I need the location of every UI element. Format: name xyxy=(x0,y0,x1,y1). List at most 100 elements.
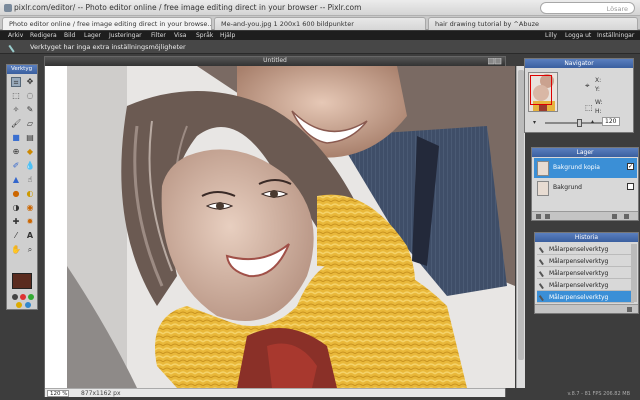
browser-search-input[interactable]: Lösare xyxy=(540,2,635,14)
zoom-tool-icon[interactable]: ⌕ xyxy=(25,245,35,255)
browser-tab[interactable]: Photo editor online / free image editing… xyxy=(2,17,212,30)
layer-opacity-icon[interactable] xyxy=(545,214,550,219)
brush-icon xyxy=(538,256,548,266)
layer-thumbnail xyxy=(537,181,549,196)
layer-thumbnail xyxy=(537,161,549,176)
crosshair-icon: ⌖ xyxy=(585,81,590,90)
history-item-active[interactable]: Målarpenselverktyg xyxy=(537,291,634,303)
lasso-tool-icon[interactable]: ◌ xyxy=(25,91,35,101)
delete-layer-icon[interactable] xyxy=(624,214,629,219)
color-mode-icon[interactable] xyxy=(28,294,34,300)
layers-footer xyxy=(532,211,638,220)
color-replace-tool-icon[interactable]: ◆ xyxy=(25,147,35,157)
sponge-tool-icon[interactable]: ● xyxy=(11,189,21,199)
smudge-tool-icon[interactable]: ☝ xyxy=(25,175,35,185)
crop-tool-icon[interactable]: ⌗ xyxy=(11,77,21,87)
history-item[interactable]: Målarpenselverktyg xyxy=(537,267,634,279)
reset-colors-icon[interactable] xyxy=(20,294,26,300)
settings-link[interactable]: Inställningar xyxy=(597,32,634,39)
nav-x-label: X: xyxy=(595,77,602,84)
gradient-tool-icon[interactable]: ▤ xyxy=(25,133,35,143)
hand-tool-icon[interactable]: ✋ xyxy=(11,245,21,255)
dodge-tool-icon[interactable]: ◐ xyxy=(25,189,35,199)
browser-tab[interactable]: Me-and-you.jpg 1 200x1 600 bildpunkter xyxy=(214,17,426,30)
menu-bar: Arkiv Redigera Bild Lager Justeringar Fi… xyxy=(0,31,640,40)
browser-tabs: Photo editor online / free image editing… xyxy=(0,16,640,30)
swap-colors-icon[interactable] xyxy=(12,294,18,300)
menu-item[interactable]: Visa xyxy=(174,32,186,39)
layer-style-icon[interactable] xyxy=(536,214,541,219)
marquee-tool-icon[interactable]: ⬚ xyxy=(11,91,21,101)
history-scrollbar[interactable] xyxy=(631,244,637,302)
nav-y-label: Y: xyxy=(595,86,600,93)
menu-item[interactable]: Lager xyxy=(84,32,101,39)
eyedropper-tool-icon[interactable]: ⁄ xyxy=(11,231,21,241)
menu-item[interactable]: Justeringar xyxy=(109,32,142,39)
image-canvas[interactable] xyxy=(67,66,515,388)
navigator-zoom-input[interactable]: 120 xyxy=(602,117,620,126)
drawing-tool-icon[interactable]: ✐ xyxy=(11,161,21,171)
history-item[interactable]: Målarpenselverktyg xyxy=(537,255,634,267)
layer-visibility-checkbox[interactable]: ✓ xyxy=(627,163,634,170)
history-item-label: Målarpenselverktyg xyxy=(549,270,609,277)
history-item-label: Målarpenselverktyg xyxy=(549,246,609,253)
menu-item[interactable]: Bild xyxy=(64,32,75,39)
history-item-label: Målarpenselverktyg xyxy=(549,294,609,301)
navigator-title: Navigator xyxy=(525,59,633,68)
lock-icon xyxy=(4,4,12,12)
tool-options-hint: Verktyget har inga extra inställningsmöj… xyxy=(30,43,186,51)
history-item[interactable]: Målarpenselverktyg xyxy=(537,243,634,255)
logout-link[interactable]: Logga ut xyxy=(565,32,591,39)
navigator-view-box[interactable] xyxy=(530,75,552,105)
history-item[interactable]: Målarpenselverktyg xyxy=(537,279,634,291)
delete-history-icon[interactable] xyxy=(627,307,632,312)
user-name[interactable]: Lilly xyxy=(545,32,557,39)
navigator-preview[interactable] xyxy=(528,72,558,112)
foreground-color-swatch[interactable] xyxy=(12,273,32,289)
zoom-slider-knob[interactable] xyxy=(577,119,582,127)
app-window: { "browser": { "url": "pixlr.com/editor/… xyxy=(0,0,640,400)
canvas-zoom-unit: % xyxy=(62,391,68,397)
artwork-painting xyxy=(67,66,515,388)
history-item-label: Målarpenselverktyg xyxy=(549,282,609,289)
toolbox-title: Verktyg xyxy=(7,65,37,74)
brush-tool-icon[interactable]: 🖌 xyxy=(11,119,21,129)
menu-item[interactable]: Hjälp xyxy=(220,32,235,39)
sharpen-tool-icon[interactable]: ▲ xyxy=(11,175,21,185)
menu-item[interactable]: Arkiv xyxy=(8,32,23,39)
bloat-tool-icon[interactable]: ✹ xyxy=(25,217,35,227)
bucket-tool-icon[interactable]: ■ xyxy=(11,133,21,143)
red-eye-tool-icon[interactable]: ◉ xyxy=(25,203,35,213)
url-field[interactable]: pixlr.com/editor/ -- Photo editor online… xyxy=(14,3,361,12)
text-tool-icon[interactable]: A xyxy=(25,231,35,241)
spot-heal-tool-icon[interactable]: ✚ xyxy=(11,217,21,227)
nav-h-label: H: xyxy=(595,108,602,115)
clone-tool-icon[interactable]: ⊕ xyxy=(11,147,21,157)
new-layer-icon[interactable] xyxy=(612,214,617,219)
eraser-tool-icon[interactable]: ▱ xyxy=(25,119,35,129)
menu-item[interactable]: Filter xyxy=(151,32,166,39)
browser-address-bar: pixlr.com/editor/ -- Photo editor online… xyxy=(0,0,640,16)
layer-row-active[interactable]: Bakgrund kopia ✓ xyxy=(534,158,637,178)
image-dimensions: 877x1162 px xyxy=(81,390,121,397)
screen-mode-icon[interactable] xyxy=(25,302,31,308)
menu-item[interactable]: Redigera xyxy=(30,32,57,39)
canvas-title: Untitled xyxy=(45,57,505,66)
burn-tool-icon[interactable]: ◑ xyxy=(11,203,21,213)
wand-tool-icon[interactable]: ✧ xyxy=(11,105,21,115)
zoom-slider-track[interactable] xyxy=(545,122,607,124)
pencil-tool-icon[interactable]: ✎ xyxy=(25,105,35,115)
quick-mask-icon[interactable] xyxy=(16,302,22,308)
canvas-zoom-input[interactable]: 120 % xyxy=(47,390,69,397)
move-tool-icon[interactable]: ✥ xyxy=(25,77,35,87)
history-item-label: Målarpenselverktyg xyxy=(549,258,609,265)
zoom-out-icon[interactable]: ▾ xyxy=(533,119,536,126)
layer-row[interactable]: Bakgrund xyxy=(534,178,637,198)
menu-item[interactable]: Språk xyxy=(196,32,213,39)
layer-visibility-checkbox[interactable] xyxy=(627,183,634,190)
zoom-in-icon[interactable]: ▴ xyxy=(591,118,594,125)
window-buttons[interactable] xyxy=(487,57,502,65)
blur-tool-icon[interactable]: 💧 xyxy=(25,161,35,171)
size-icon: ⬚ xyxy=(585,103,593,112)
browser-tab[interactable]: hair drawing tutorial by ^Abuze xyxy=(428,17,638,30)
